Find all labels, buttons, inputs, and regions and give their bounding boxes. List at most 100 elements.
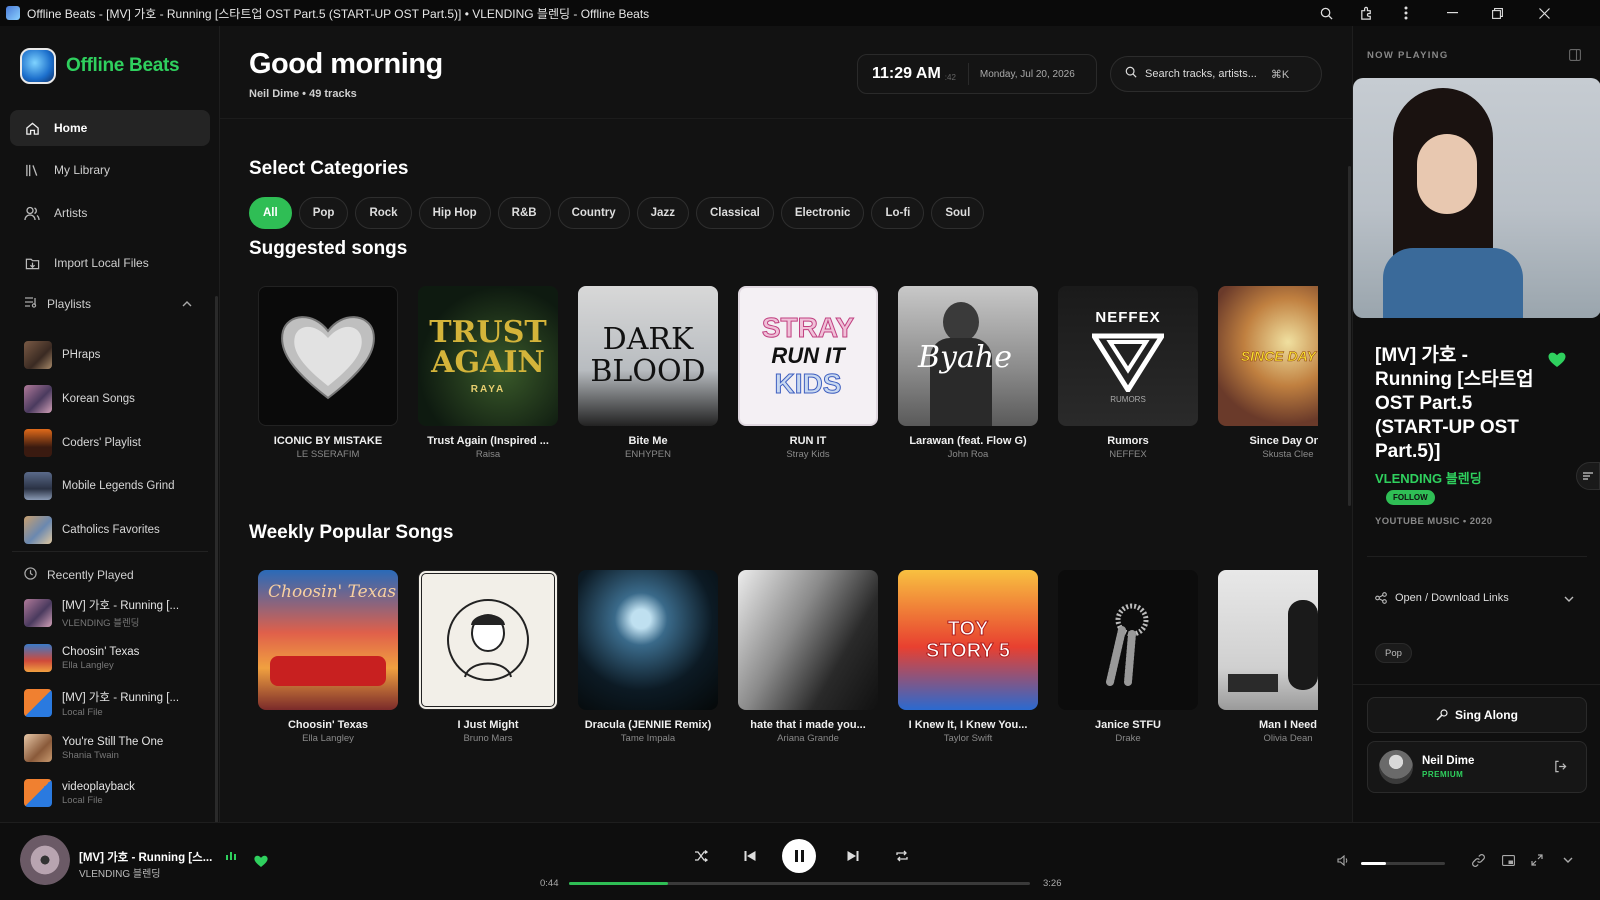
song-card[interactable]: TRUST AGAIN RAYA Trust Again (Inspired .… [418,286,558,460]
playlists-header[interactable]: Playlists [24,296,196,311]
category-chip-classical[interactable]: Classical [695,197,774,229]
recent-item[interactable]: [MV] 가호 - Running [... Local File [24,686,209,720]
elapsed-time: 0:44 [540,878,559,889]
category-chip-lofi[interactable]: Lo-fi [871,197,925,229]
shuffle-icon[interactable] [690,845,712,867]
player-title[interactable]: [MV] 가호 - Running [스... [79,849,212,865]
song-title: Janice STFU [1094,719,1162,731]
close-icon[interactable] [1524,0,1564,26]
chevron-down-icon[interactable] [1564,594,1574,606]
cover-text: TRUST AGAIN [429,314,547,380]
song-card[interactable]: hate that i made you... Ariana Grande [738,570,878,744]
category-chip-electronic[interactable]: Electronic [780,197,865,229]
cover-text: Choosin' Texas [268,582,397,602]
recent-item[interactable]: Choosin' Texas Ella Langley [24,641,209,675]
lyrics-toggle-tab[interactable] [1576,462,1600,490]
song-card[interactable]: Choosin' Texas Choosin' Texas Ella Langl… [258,570,398,744]
player-artist[interactable]: VLENDING 블렌딩 [79,865,161,880]
previous-icon[interactable] [739,845,761,867]
song-card[interactable]: I Just Might Bruno Mars [418,570,558,744]
zoom-icon[interactable] [1306,0,1346,26]
greeting-subtitle: Neil Dime • 49 tracks [249,88,357,100]
progress-bar[interactable] [569,882,1030,885]
category-chip-rock[interactable]: Rock [355,197,412,229]
figure-shirt-shape [1383,248,1523,318]
sing-along-button[interactable]: Sing Along [1367,697,1587,733]
song-card[interactable]: NEFFEX RUMORS Rumors NEFFEX [1058,286,1198,460]
chevron-down-icon[interactable] [1559,851,1577,869]
nav-my-library-label: My Library [54,163,111,177]
recent-item[interactable]: You're Still The One Shania Twain [24,731,209,765]
volume-slider[interactable] [1361,862,1445,865]
category-chip-jazz[interactable]: Jazz [636,197,689,229]
playlist-item-mobile-legends-grind[interactable]: Mobile Legends Grind [24,471,204,501]
volume-fill [1361,862,1387,865]
category-chip-soul[interactable]: Soul [931,197,985,229]
user-card[interactable]: Neil Dime PREMIUM [1367,741,1587,793]
heart-icon[interactable] [1548,352,1566,373]
song-artist: ENHYPEN [625,449,671,460]
playlist-item-coders-playlist[interactable]: Coders' Playlist [24,428,204,458]
category-chip-country[interactable]: Country [557,197,630,229]
song-card[interactable]: Janice STFU Drake [1058,570,1198,744]
song-card[interactable]: Dracula (JENNIE Remix) Tame Impala [578,570,718,744]
next-icon[interactable] [842,845,864,867]
open-download-links[interactable]: Open / Download Links [1375,592,1575,604]
miniplayer-icon[interactable] [1499,851,1517,869]
player-album-art[interactable] [20,835,70,885]
album-art: Byahe [898,286,1038,426]
song-card[interactable]: SINCE DAY 01 Since Day One Skusta Clee [1218,286,1318,460]
category-chip-all[interactable]: All [249,197,292,229]
panel-divider [1367,556,1587,557]
more-options-icon[interactable] [1386,0,1426,26]
chevron-up-icon[interactable] [182,296,192,310]
playlist-item-korean-songs[interactable]: Korean Songs [24,384,204,414]
genre-tag[interactable]: Pop [1375,643,1412,663]
playlist-item-phraps[interactable]: PHraps [24,340,204,370]
nav-my-library[interactable]: My Library [10,152,210,188]
repeat-icon[interactable] [891,845,913,867]
sidebar-scrollbar[interactable] [215,296,218,826]
song-title: RUN IT [789,435,827,447]
song-card[interactable]: DARK BLOOD Bite Me ENHYPEN [578,286,718,460]
recent-subtitle: Ella Langley [62,659,114,671]
category-chip-hip-hop[interactable]: Hip Hop [418,197,491,229]
car-shape [270,656,386,686]
volume-icon[interactable] [1334,851,1352,869]
category-chip-pop[interactable]: Pop [298,197,349,229]
recent-item[interactable]: videoplayback Local File [24,776,209,810]
nav-import-local-files[interactable]: Import Local Files [10,245,210,281]
extensions-icon[interactable] [1346,0,1386,26]
recent-item[interactable]: [MV] 가호 - Running [... VLENDING 블렌딩 [24,596,209,630]
main-scrollbar[interactable] [1348,166,1351,506]
song-artist: Taylor Swift [943,733,993,744]
logout-icon[interactable] [1554,760,1567,778]
song-card[interactable]: TOY STORY 5 I Knew It, I Knew You... Tay… [898,570,1038,744]
nav-home[interactable]: Home [10,110,210,146]
song-artist: Drake [1115,733,1141,744]
playlist-thumbnail [24,429,52,457]
minimize-icon[interactable] [1432,0,1472,26]
playlist-name: Coders' Playlist [62,437,141,449]
follow-button[interactable]: FOLLOW [1386,490,1435,505]
song-card[interactable]: Byahe Larawan (feat. Flow G) John Roa [898,286,1038,460]
fullscreen-icon[interactable] [1528,851,1546,869]
song-card[interactable]: STRAY RUN IT KIDS RUN IT Stray Kids [738,286,878,460]
search-input[interactable]: Search tracks, artists... ⌘K [1110,56,1322,92]
playlist-thumbnail [24,385,52,413]
playlist-item-catholics-favorites[interactable]: Catholics Favorites [24,515,204,545]
recent-thumbnail [24,599,52,627]
song-card[interactable]: ICONIC BY MISTAKE LE SSERAFIM [258,286,398,460]
nav-artists[interactable]: Artists [10,195,210,231]
link-icon[interactable] [1469,851,1487,869]
pause-button[interactable] [782,839,816,873]
song-card[interactable]: Man I Need Olivia Dean [1218,570,1318,744]
now-playing-artist[interactable]: VLENDING 블렌딩 [1375,468,1482,487]
neffex-logo-icon [1092,333,1164,392]
recent-thumbnail [24,779,52,807]
restore-icon[interactable] [1477,0,1517,26]
heart-icon[interactable] [254,855,268,873]
panel-toggle-icon[interactable] [1569,48,1581,66]
category-chip-rnb[interactable]: R&B [497,197,551,229]
app-logo[interactable]: Offline Beats [20,48,180,84]
